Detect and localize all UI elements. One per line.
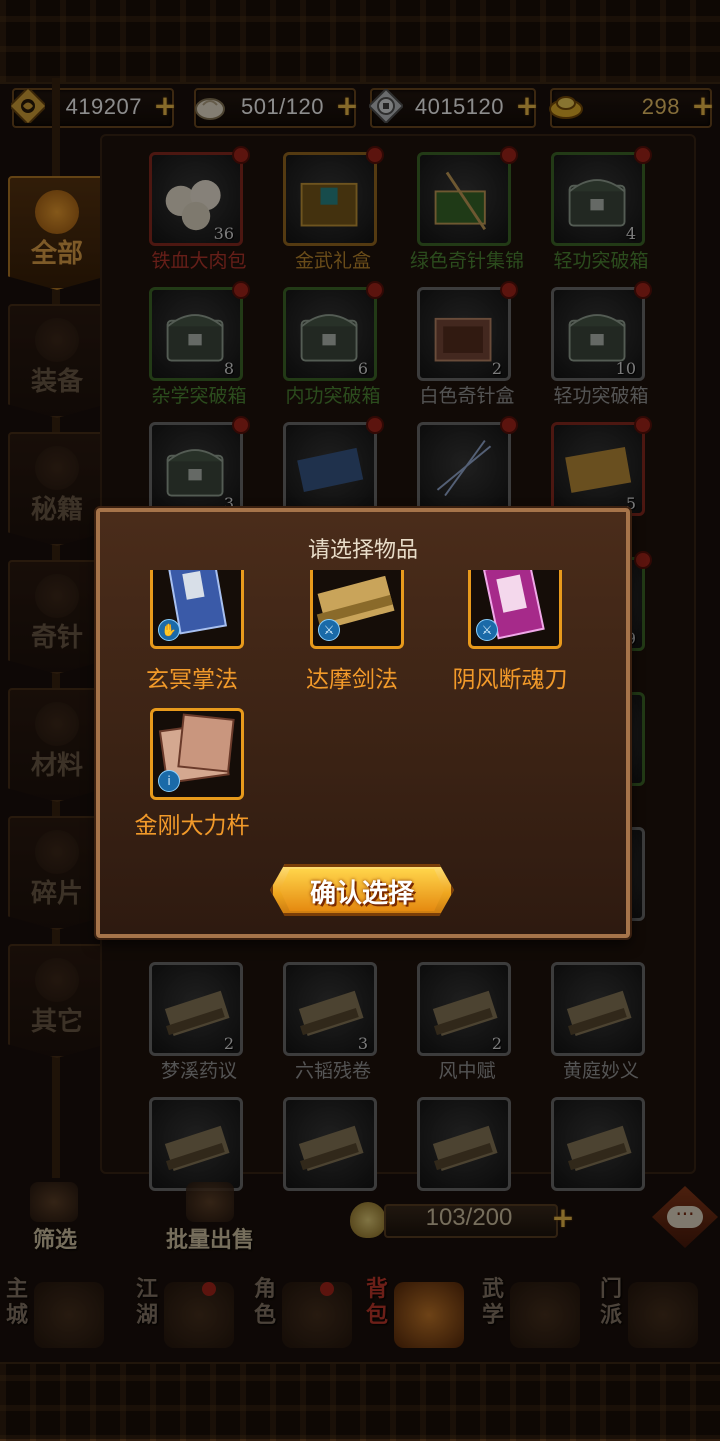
option-jingang-pestle[interactable]: i 金刚大力杵 [112, 708, 272, 839]
option-name: 阴风断魂刀 [452, 667, 568, 693]
blue-manual-icon: ✋ [150, 570, 244, 649]
option-name: 玄冥掌法 [146, 667, 238, 693]
skill-type-badge: ⚔ [318, 619, 340, 641]
confirm-label: 确认选择 [309, 879, 414, 909]
option-name: 金刚大力杵 [134, 813, 250, 839]
skill-type-badge: ⚔ [476, 619, 498, 641]
purple-manual-icon: ⚔ [468, 570, 562, 649]
select-item-dialog: 请选择物品 ✋ 玄冥掌法 ⚔ 达摩剑法 ⚔ 阴风断魂刀 i 金刚大力杵 确认选择 [96, 508, 630, 938]
option-name: 达摩剑法 [306, 667, 398, 693]
skill-type-badge: ✋ [158, 619, 180, 641]
old-manual-icon: i [150, 708, 244, 800]
option-damo-sword[interactable]: ⚔ 达摩剑法 [272, 570, 432, 700]
skill-type-badge: i [158, 770, 180, 792]
dialog-title: 请选择物品 [307, 538, 418, 563]
option-xuanming-palm[interactable]: ✋ 玄冥掌法 [112, 570, 272, 700]
confirm-selection-button[interactable]: 确认选择 [270, 864, 454, 916]
scroll-icon: ⚔ [310, 570, 404, 649]
option-yinfeng-blade[interactable]: ⚔ 阴风断魂刀 [430, 570, 590, 700]
